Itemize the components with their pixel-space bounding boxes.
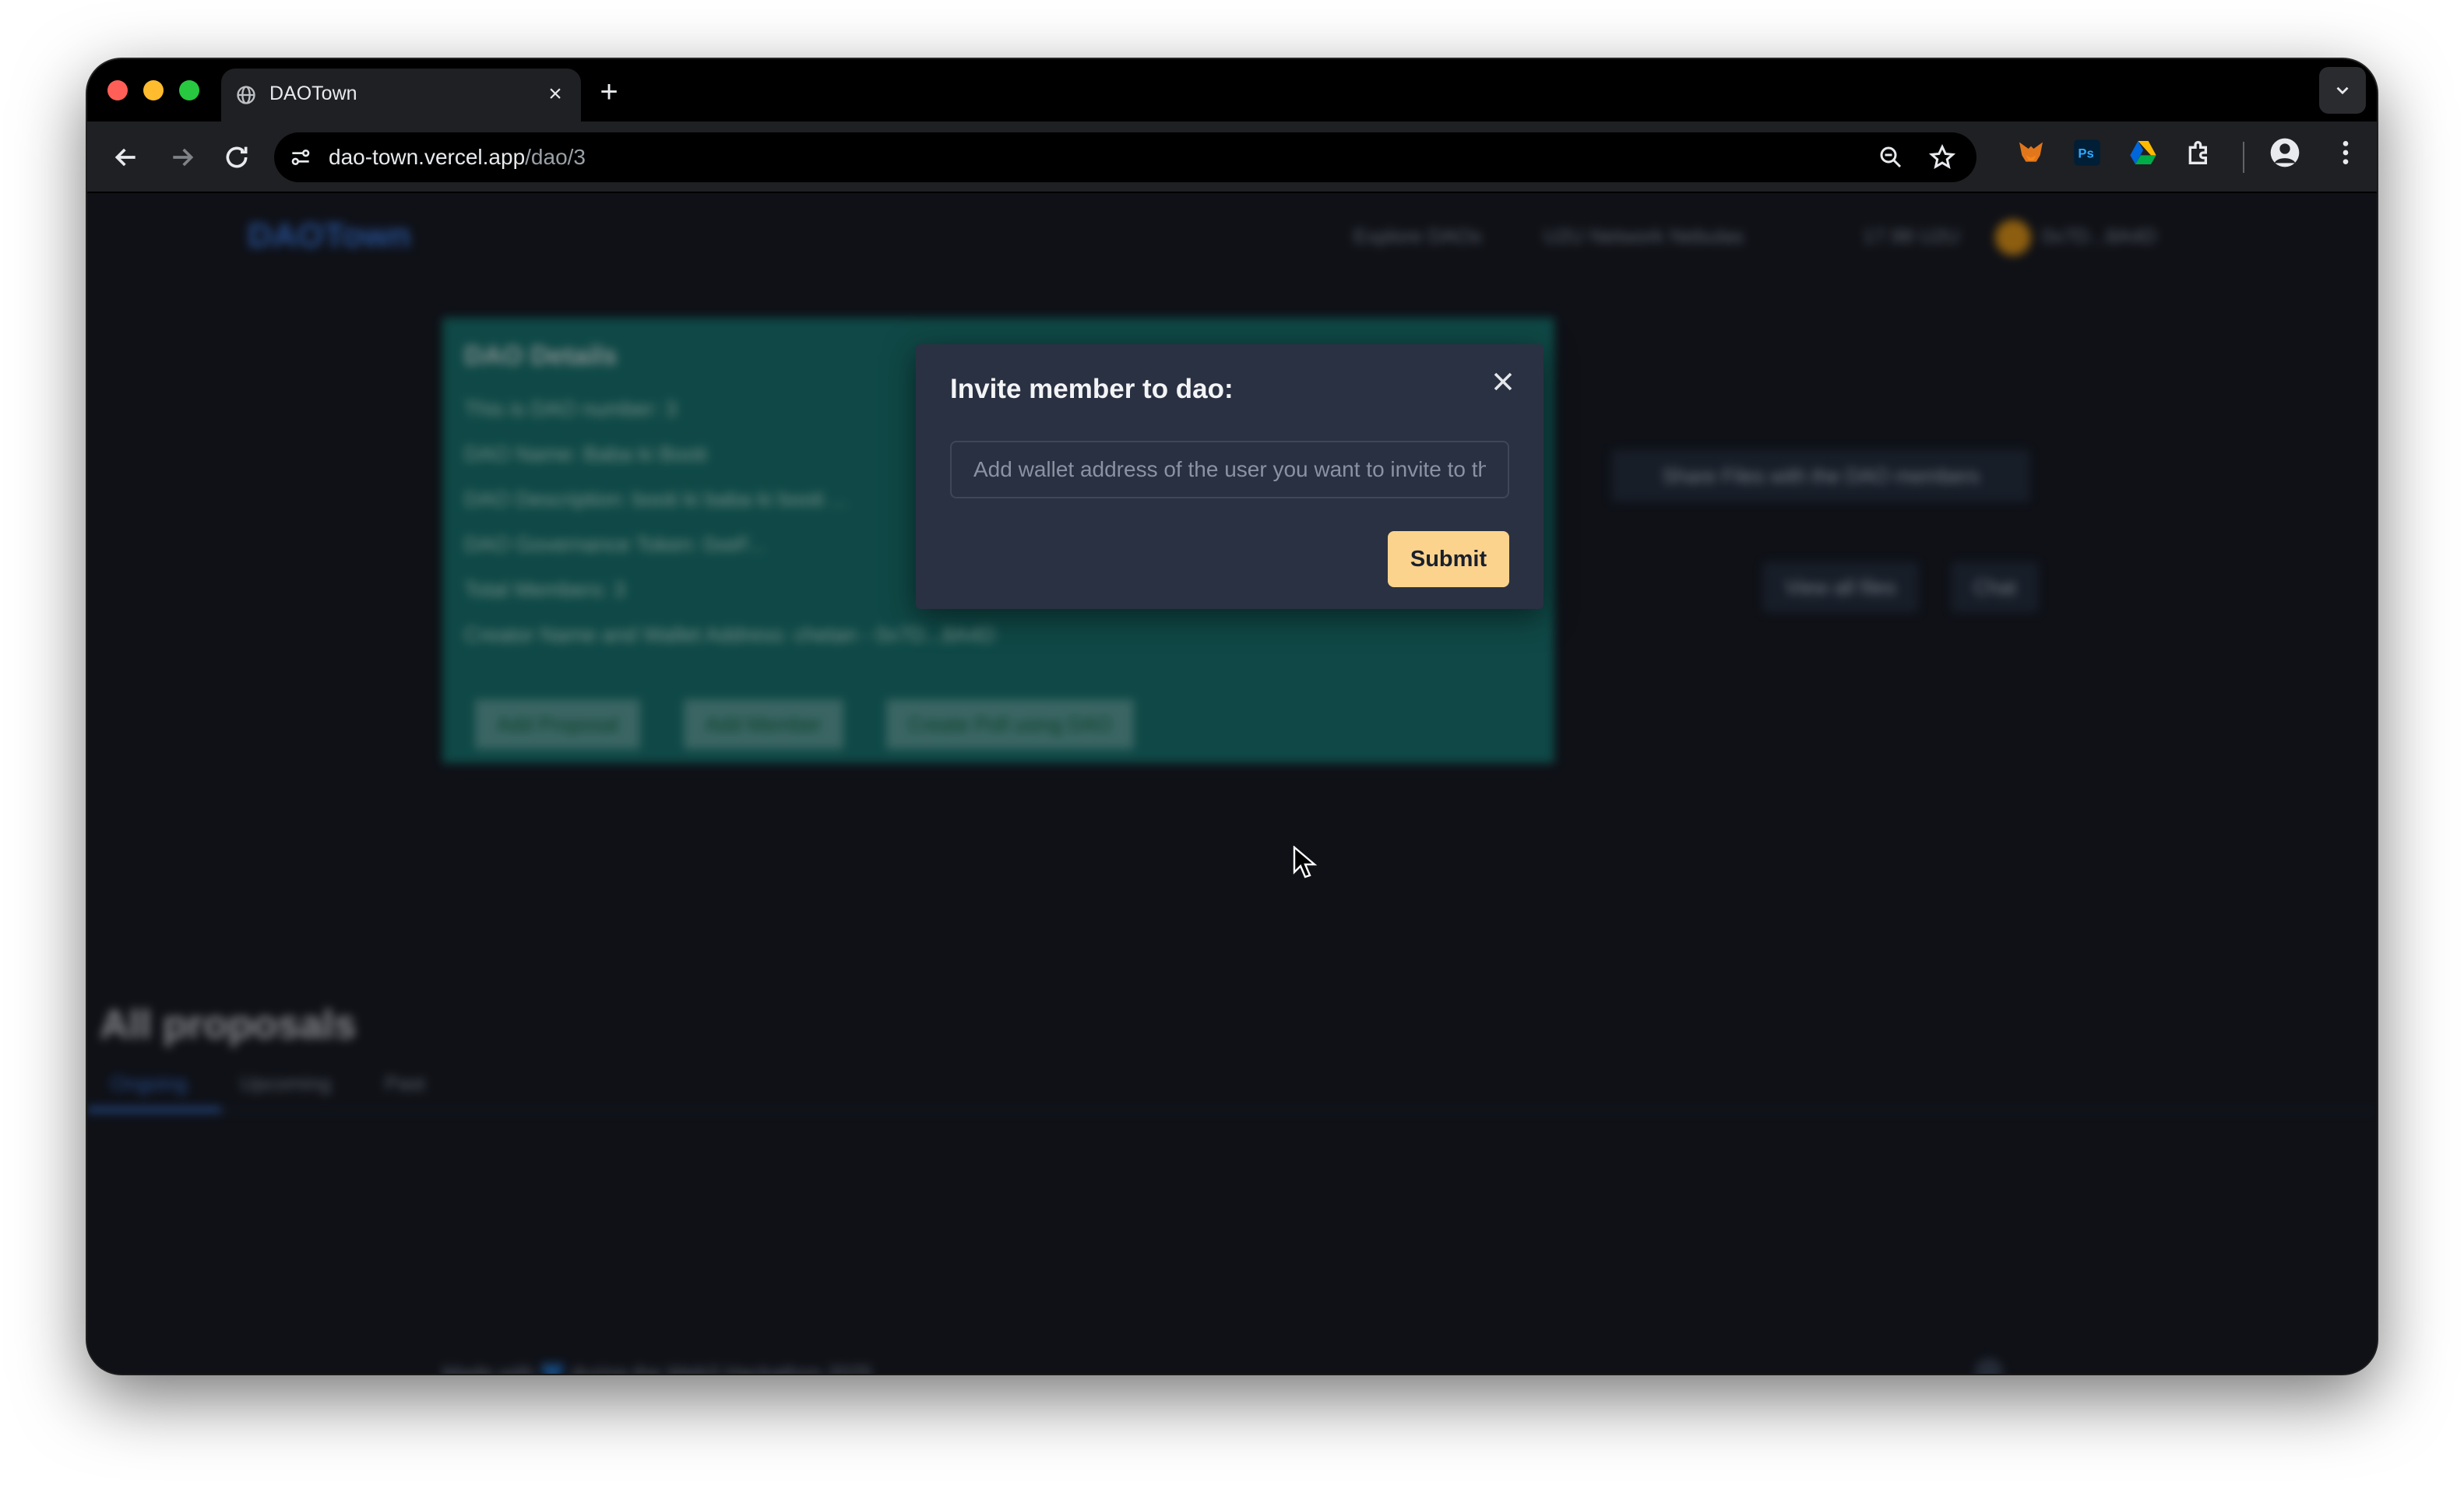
dao-creator: Creator Name and Wallet Address: chetan … xyxy=(464,623,995,646)
tab-title: DAOTown xyxy=(269,83,357,104)
reload-icon[interactable] xyxy=(221,142,252,173)
dao-description: DAO Description: booti ki baba ki booti … xyxy=(464,488,848,511)
wallet-account[interactable]: 0x7D...8A4D xyxy=(2042,224,2156,248)
url-text: dao-town.vercel.app/dao/3 xyxy=(329,145,586,169)
dao-name: DAO Name: Baba ki Booti xyxy=(464,442,708,466)
zoom-icon[interactable] xyxy=(1877,143,1905,171)
wallet-balance: 17.98 U2U xyxy=(1863,224,1960,248)
back-icon[interactable] xyxy=(111,142,142,173)
svg-text:Ps: Ps xyxy=(2078,146,2093,161)
view-all-files-button[interactable]: View all files xyxy=(1763,562,1918,612)
dao-details-title: DAO Details xyxy=(464,341,618,371)
browser-tab[interactable]: DAOTown × xyxy=(221,69,581,121)
add-member-button[interactable]: Add Member xyxy=(684,699,843,749)
tab-ongoing[interactable]: Ongoing xyxy=(111,1072,187,1096)
github-icon[interactable] xyxy=(1975,1358,2003,1374)
proposals-title: All proposals xyxy=(100,1002,357,1047)
tab-search-button[interactable] xyxy=(2319,67,2366,114)
chrome-menu-icon[interactable] xyxy=(2330,137,2361,168)
mouse-cursor-icon xyxy=(1293,846,1318,878)
tab-close-icon[interactable]: × xyxy=(542,81,568,107)
wallet-address-input[interactable] xyxy=(950,441,1509,498)
metamask-icon[interactable] xyxy=(2015,137,2047,168)
new-tab-button[interactable]: + xyxy=(593,76,625,107)
close-icon[interactable] xyxy=(1487,366,1519,397)
window-close-button[interactable] xyxy=(107,80,128,100)
window-minimize-button[interactable] xyxy=(143,80,164,100)
tabs-divider xyxy=(87,1111,2377,1112)
tab-strip: DAOTown × + xyxy=(87,59,2377,121)
chevron-down-icon xyxy=(2336,86,2349,95)
photoshop-icon[interactable]: Ps xyxy=(2072,137,2103,168)
share-files-button[interactable]: Share Files with the DAO members xyxy=(1612,450,2029,502)
create-poll-button[interactable]: Create Poll using DAO xyxy=(886,699,1134,749)
nav-explore-daos[interactable]: Explore DAOs xyxy=(1353,224,1482,248)
tab-upcoming[interactable]: Upcoming xyxy=(240,1072,331,1096)
dao-governance-token: DAO Governance Token: 0xeF... xyxy=(464,533,766,556)
page-content: DAOTown Explore DAOs U2U Network Nebulas… xyxy=(87,193,2377,1374)
browser-toolbar: dao-town.vercel.app/dao/3 Ps xyxy=(87,121,2377,193)
toolbar-divider xyxy=(2243,142,2244,173)
invite-member-modal: Invite member to dao: Submit xyxy=(916,344,1544,609)
wallet-avatar[interactable] xyxy=(1995,220,2031,255)
tab-past[interactable]: Past xyxy=(385,1072,425,1096)
active-tab-indicator xyxy=(87,1107,221,1112)
network-selector[interactable]: U2U Network Nebulas xyxy=(1544,224,1744,248)
address-bar[interactable]: dao-town.vercel.app/dao/3 xyxy=(274,132,1976,182)
footer-text: Made with 💙 during the Web3 Hackathon 20… xyxy=(442,1361,873,1374)
google-drive-icon[interactable] xyxy=(2128,137,2159,168)
bookmark-star-icon[interactable] xyxy=(1928,143,1956,171)
add-proposal-button[interactable]: Add Proposal xyxy=(475,699,641,749)
submit-button[interactable]: Submit xyxy=(1388,531,1509,587)
window-maximize-button[interactable] xyxy=(179,80,199,100)
profile-avatar-icon[interactable] xyxy=(2269,137,2300,168)
globe-icon xyxy=(237,86,255,104)
browser-window: DAOTown × + dao-town.vercel.app/dao/3 Ps… xyxy=(87,59,2377,1374)
dao-total-members: Total Members: 3 xyxy=(464,578,626,601)
dao-number: This is DAO number: 3 xyxy=(464,397,678,421)
chat-button[interactable]: Chat xyxy=(1952,562,2038,612)
modal-title: Invite member to dao: xyxy=(950,374,1234,404)
extensions-puzzle-icon[interactable] xyxy=(2184,137,2215,168)
site-info-icon[interactable] xyxy=(288,145,313,170)
brand-logo[interactable]: DAOTown xyxy=(248,216,410,255)
forward-icon[interactable] xyxy=(167,142,198,173)
